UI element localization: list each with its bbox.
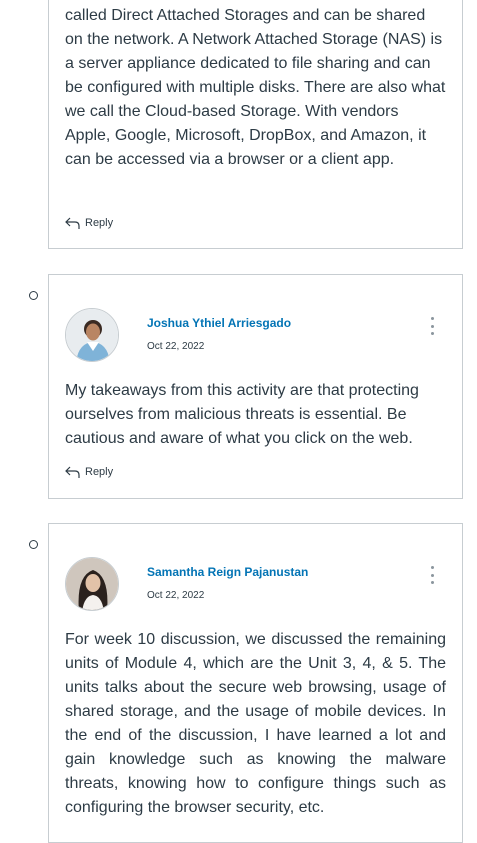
- kebab-menu-icon[interactable]: [428, 566, 436, 584]
- reply-arrow-icon: [65, 465, 81, 479]
- reply-label: Reply: [85, 217, 114, 229]
- reply-label: Reply: [85, 466, 114, 478]
- author-name-link[interactable]: Joshua Ythiel Arriesgado: [147, 316, 291, 330]
- thread-bullet: [29, 540, 38, 549]
- entry-body: For week 10 discussion, we discussed the…: [65, 631, 446, 816]
- discussion-entry: Samantha Reign Pajanustan Oct 22, 2022 F…: [48, 523, 463, 843]
- avatar[interactable]: [65, 557, 119, 611]
- post-date: Oct 22, 2022: [147, 341, 205, 352]
- entry-body: My takeaways from this activity are that…: [65, 382, 419, 447]
- kebab-menu-icon[interactable]: [428, 317, 436, 335]
- entry-body: called Direct Attached Storages and can …: [65, 7, 446, 168]
- thread-bullet: [29, 291, 38, 300]
- avatar[interactable]: [65, 308, 119, 362]
- author-name-link[interactable]: Samantha Reign Pajanustan: [147, 565, 308, 579]
- post-date: Oct 22, 2022: [147, 590, 205, 601]
- discussion-entry: called Direct Attached Storages and can …: [48, 0, 463, 249]
- reply-button[interactable]: Reply: [65, 465, 113, 479]
- reply-button[interactable]: Reply: [65, 216, 113, 230]
- reply-arrow-icon: [65, 216, 81, 230]
- discussion-entry: Joshua Ythiel Arriesgado Oct 22, 2022 My…: [48, 274, 463, 499]
